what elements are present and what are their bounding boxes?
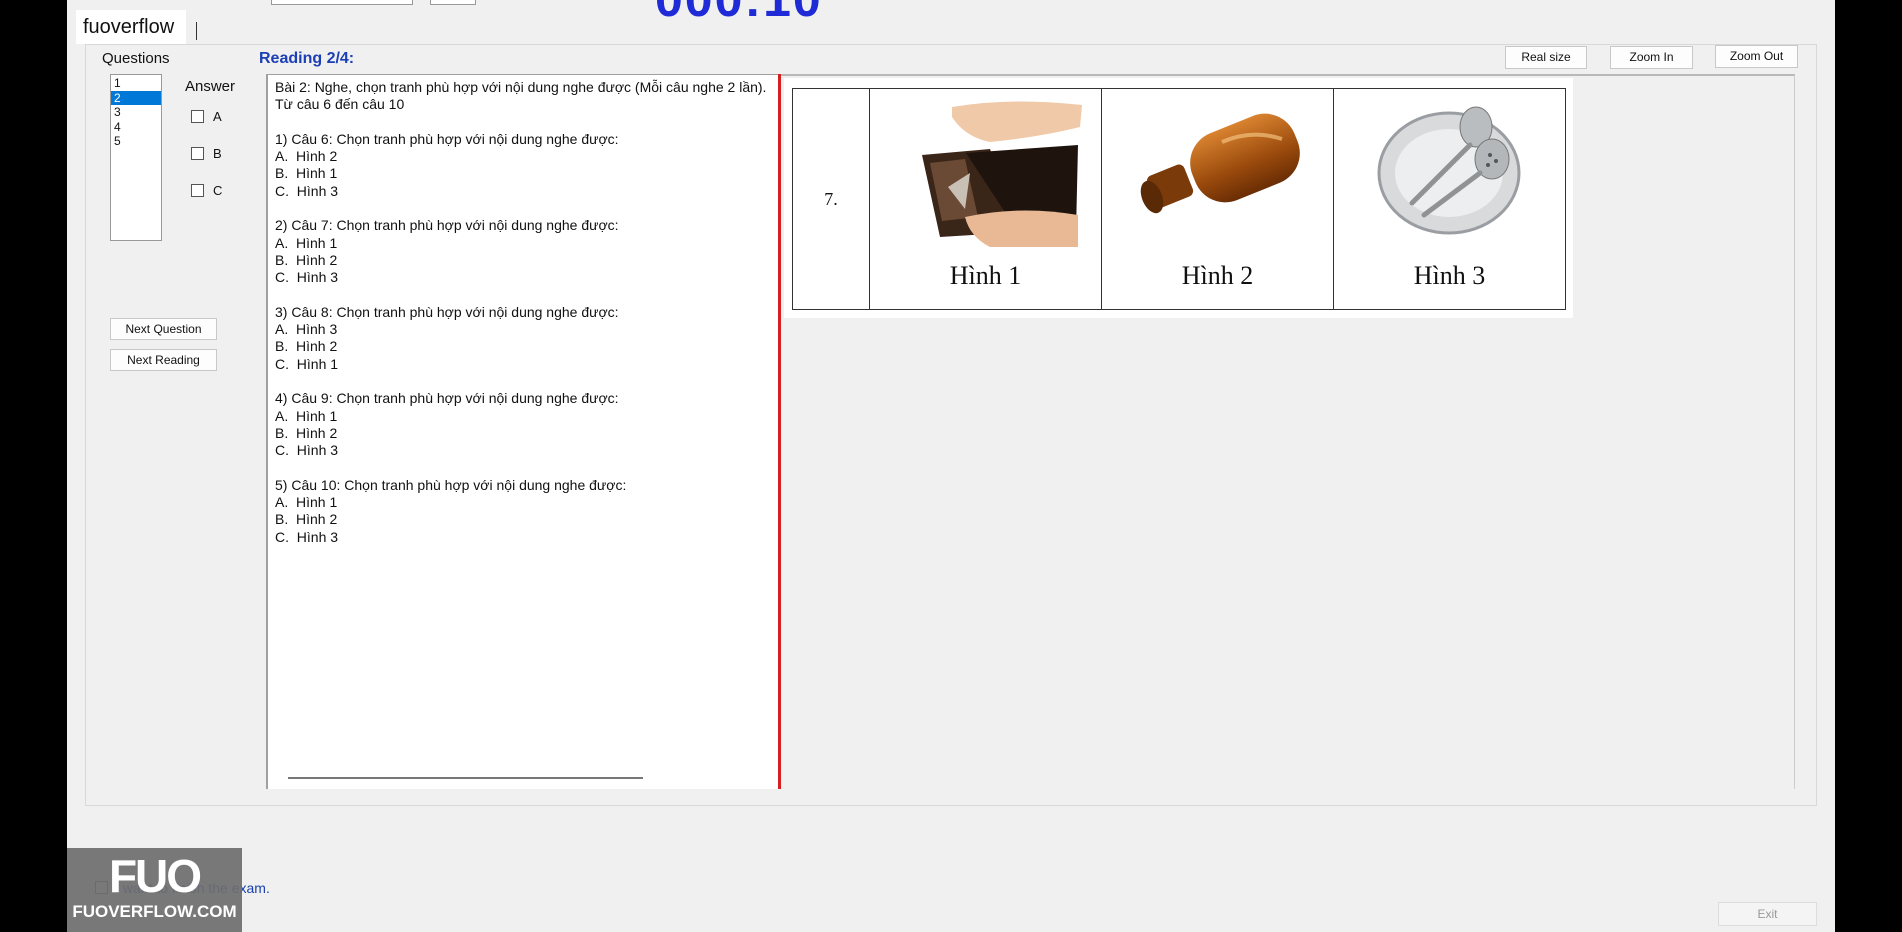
answer-b-label: B xyxy=(213,146,222,161)
picture-1-caption: Hình 1 xyxy=(949,261,1022,290)
reading-text-panel[interactable]: Bài 2: Nghe, chọn tranh phù hợp với nội … xyxy=(266,74,778,789)
real-size-button[interactable]: Real size xyxy=(1505,46,1587,69)
answer-c-checkbox[interactable] xyxy=(191,184,204,197)
exam-window: 000:10 fuoverflow Questions 1 2 3 4 5 An… xyxy=(67,0,1835,932)
picture-3: Hình 3 xyxy=(1333,88,1566,310)
bottle-icon xyxy=(1140,113,1300,214)
spoons-icon xyxy=(1377,106,1521,235)
fuoverflow-logo: FUO FUOVERFLOW.COM xyxy=(67,848,242,932)
question-item-1[interactable]: 1 xyxy=(111,76,161,91)
questions-label: Questions xyxy=(102,50,170,67)
picture-2-caption: Hình 2 xyxy=(1181,261,1254,290)
next-reading-button[interactable]: Next Reading xyxy=(110,349,217,371)
top-field[interactable] xyxy=(271,0,413,5)
text-cursor xyxy=(196,22,197,40)
answer-a-label: A xyxy=(213,109,222,124)
picture-2: Hình 2 xyxy=(1101,88,1334,310)
wallet-icon xyxy=(922,101,1082,247)
watermark-label: fuoverflow xyxy=(76,10,186,44)
question-image: 7. Hình 1 Hình 2 Hình 3 xyxy=(784,78,1573,318)
fuo-logo-site: FUOVERFLOW.COM xyxy=(72,902,237,921)
exit-button[interactable]: Exit xyxy=(1718,902,1817,926)
picture-3-caption: Hình 3 xyxy=(1413,261,1486,290)
image-panel[interactable]: 7. Hình 1 Hình 2 Hình 3 xyxy=(781,74,1795,789)
top-field-small[interactable] xyxy=(430,0,476,5)
zoom-out-button[interactable]: Zoom Out xyxy=(1715,45,1798,68)
next-question-button[interactable]: Next Question xyxy=(110,318,217,340)
answer-c-label: C xyxy=(213,183,223,198)
question-item-4[interactable]: 4 xyxy=(111,120,161,135)
question-item-2[interactable]: 2 xyxy=(111,90,161,105)
zoom-in-button[interactable]: Zoom In xyxy=(1610,46,1693,69)
answer-label: Answer xyxy=(185,78,236,95)
timer: 000:10 xyxy=(655,0,823,28)
answer-b-checkbox[interactable] xyxy=(191,147,204,160)
image-question-number: 7. xyxy=(792,88,870,310)
reading-text: Bài 2: Nghe, chọn tranh phù hợp với nội … xyxy=(275,79,767,545)
answer-a-checkbox[interactable] xyxy=(191,110,204,123)
question-item-5[interactable]: 5 xyxy=(111,134,161,149)
fuo-logo-mark: FUO xyxy=(108,850,202,902)
question-item-3[interactable]: 3 xyxy=(111,105,161,120)
reading-title: Reading 2/4: xyxy=(259,50,355,67)
picture-1: Hình 1 xyxy=(869,88,1102,310)
horizontal-scrollbar[interactable] xyxy=(288,777,643,779)
question-list[interactable]: 1 2 3 4 5 xyxy=(110,74,162,241)
